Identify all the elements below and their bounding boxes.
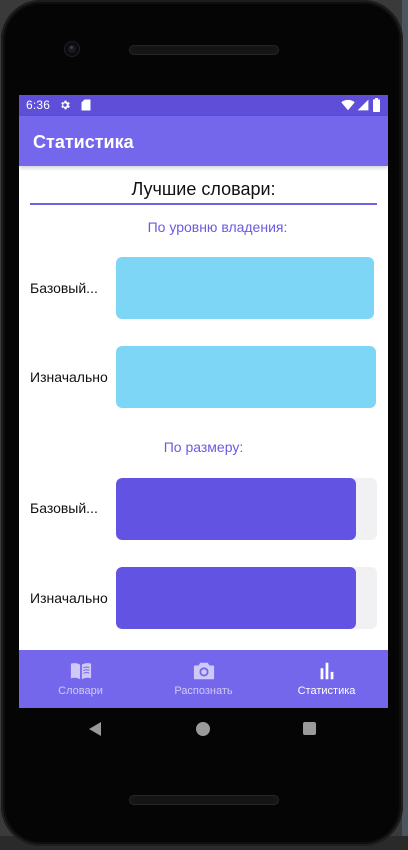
settings-gear-icon — [61, 100, 70, 110]
app-screen: 6:36 Статистика Лучшие словари: По уровн… — [19, 95, 388, 708]
proficiency-bar-fill-2 — [116, 346, 376, 408]
back-icon[interactable] — [87, 721, 103, 737]
bottom-speaker — [129, 795, 279, 805]
cell-signal-icon — [357, 99, 369, 111]
nav-item-statistics[interactable]: Статистика — [265, 650, 388, 708]
proficiency-row-label-1: Базовый... — [30, 280, 98, 296]
proficiency-bar-fill-1 — [116, 257, 374, 319]
battery-icon — [373, 98, 380, 112]
front-camera — [65, 42, 79, 56]
bar-chart-icon — [320, 662, 334, 680]
statistics-content: Лучшие словари: По уровню владения: Базо… — [19, 166, 388, 650]
nav-item-recognize[interactable]: Распознать — [142, 650, 265, 708]
top-speaker — [129, 45, 279, 55]
nav-label-statistics: Статистика — [297, 685, 356, 697]
title-underline — [30, 203, 377, 205]
camera-icon — [193, 662, 215, 680]
size-bar-2[interactable] — [116, 567, 377, 629]
wifi-icon — [341, 99, 355, 111]
nav-label-dictionaries: Словари — [58, 685, 103, 697]
proficiency-bar-1[interactable] — [116, 257, 374, 319]
page-title: Статистика — [33, 132, 134, 152]
home-icon[interactable] — [196, 722, 210, 736]
size-heading: По размеру: — [163, 439, 244, 455]
best-dictionaries-title: Лучшие словари: — [131, 179, 276, 199]
system-navigation-bar — [19, 708, 388, 752]
recent-apps-icon[interactable] — [303, 722, 316, 735]
size-bar-fill-1 — [116, 478, 357, 540]
size-row-label-1: Базовый... — [30, 500, 98, 516]
book-icon — [70, 663, 92, 680]
bottom-navigation: Словари Распознать Статистика — [19, 650, 388, 708]
status-bar: 6:36 — [19, 95, 388, 116]
size-bar-fill-2 — [116, 567, 357, 629]
proficiency-bar-2[interactable] — [116, 346, 376, 408]
proficiency-heading: По уровню владения: — [147, 219, 288, 235]
nav-label-recognize: Распознать — [174, 685, 233, 697]
app-bar: Статистика — [19, 116, 388, 166]
size-row-label-2: Изначально — [30, 590, 108, 606]
proficiency-row-label-2: Изначально — [30, 369, 108, 385]
status-time: 6:36 — [26, 98, 51, 112]
sd-card-icon — [81, 99, 91, 111]
size-bar-1[interactable] — [116, 478, 377, 540]
nav-item-dictionaries[interactable]: Словари — [19, 650, 142, 708]
